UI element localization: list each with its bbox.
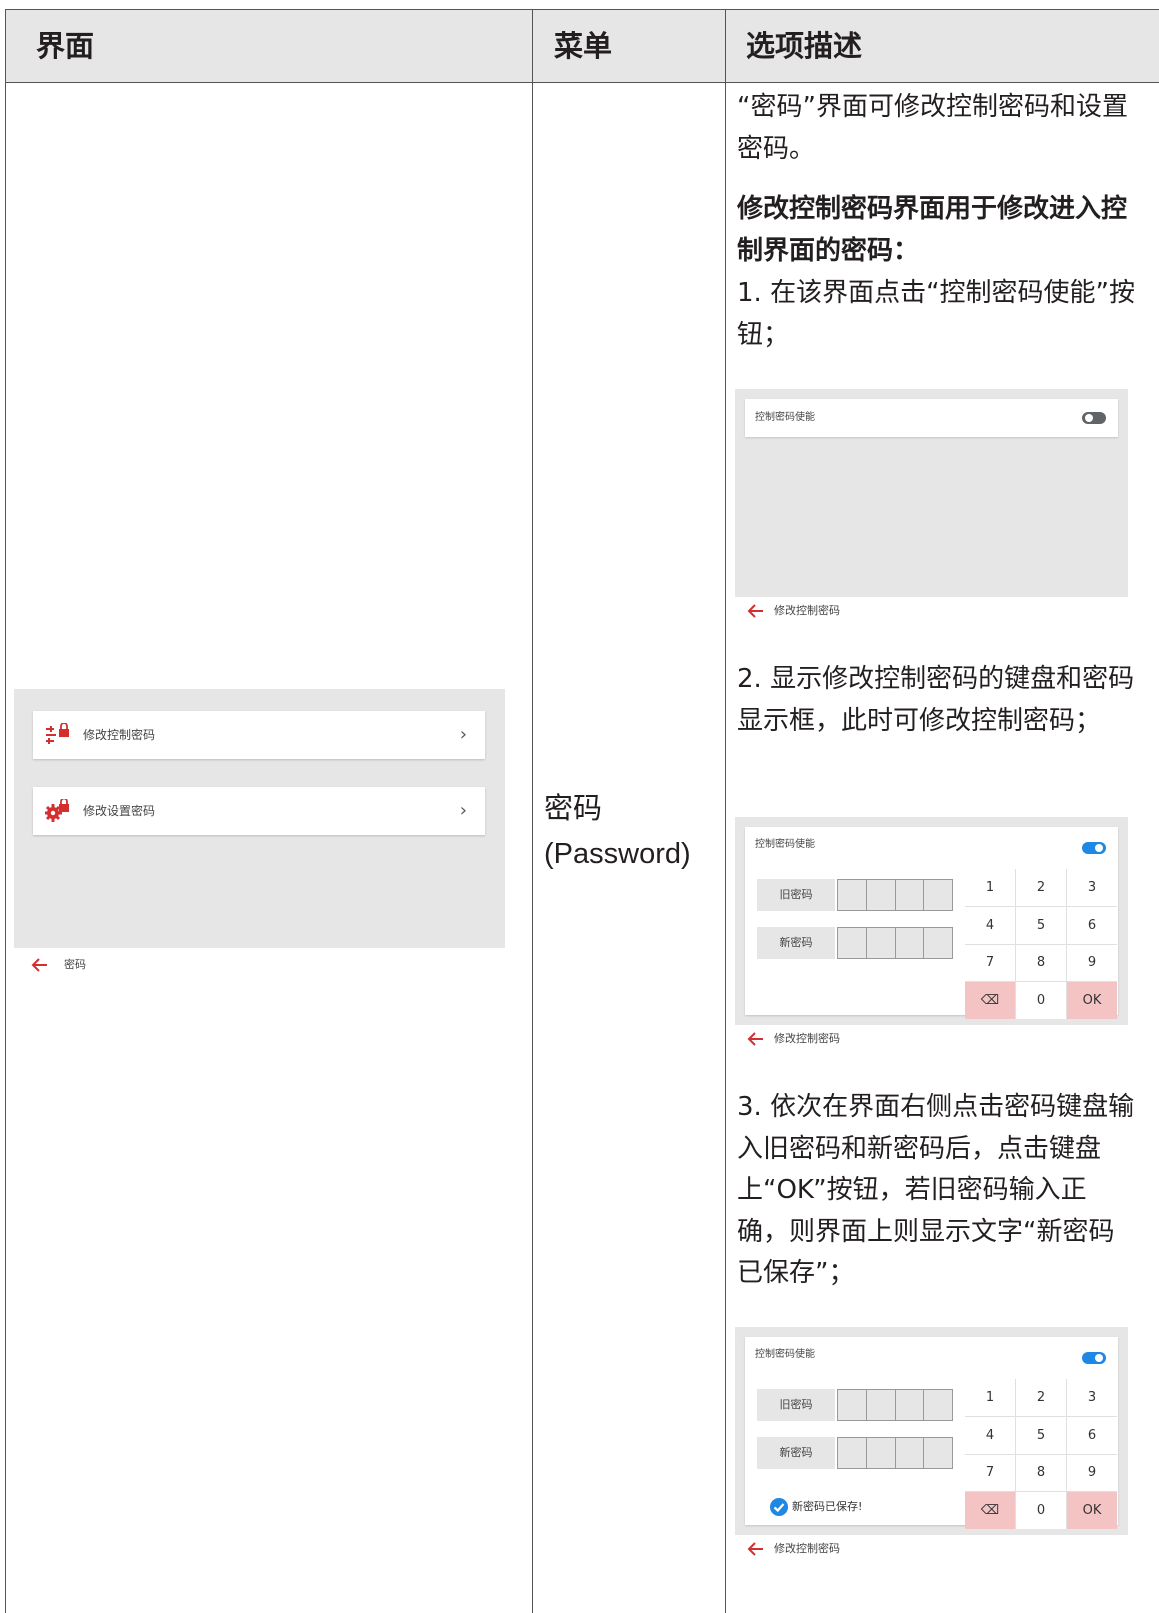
column-divider [532,9,533,1613]
control-password-toggle[interactable] [1082,412,1106,424]
chevron-right-icon: › [459,800,467,821]
desc-step2: 2. 显示修改控制密码的键盘和密码显示框，此时可修改控制密码； [737,664,1135,736]
key-5[interactable]: 5 [1016,906,1066,944]
back-arrow-icon[interactable] [746,1027,766,1051]
menu-name: 密码 [544,791,603,825]
key-9[interactable]: 9 [1067,944,1117,982]
menu-item-label: 修改设置密码 [83,804,156,818]
saved-text: 新密码已保存! [792,1500,863,1513]
menu-item-label: 修改控制密码 [83,728,156,742]
new-password-label: 新密码 [757,1437,835,1469]
back-bar[interactable]: 密码 [30,953,230,977]
back-arrow-icon[interactable] [30,953,50,977]
key-1[interactable]: 1 [965,869,1015,906]
key-0[interactable]: 0 [1016,1492,1066,1529]
back-arrow-icon[interactable] [746,599,766,623]
key-4[interactable]: 4 [965,1416,1015,1454]
toggle-label: 控制密码使能 [755,839,815,850]
keypad: 1 2 3 4 5 6 7 8 9 ⌫ 0 OK [965,869,1117,1019]
key-6[interactable]: 6 [1067,1416,1117,1454]
toggle-label: 控制密码使能 [755,412,815,423]
desc-intro: “密码”界面可修改控制密码和设置密码。 [737,92,1128,164]
old-password-label: 旧密码 [757,1389,835,1421]
old-password-field[interactable] [837,879,953,911]
password-screen: 修改控制密码 › 修改设置密码 › [14,689,505,948]
key-ok[interactable]: OK [1067,982,1117,1019]
key-6[interactable]: 6 [1067,906,1117,944]
key-7[interactable]: 7 [965,944,1015,982]
gear-lock-icon [44,797,71,823]
chevron-right-icon: › [459,724,467,745]
key-2[interactable]: 2 [1016,869,1066,906]
key-7[interactable]: 7 [965,1454,1015,1492]
control-password-toggle[interactable] [1082,842,1106,854]
key-0[interactable]: 0 [1016,982,1066,1019]
desc-heading: 修改控制密码界面用于修改进入控制界面的密码： [737,194,1128,266]
back-label: 修改控制密码 [774,1542,840,1555]
key-ok[interactable]: OK [1067,1492,1117,1529]
key-8[interactable]: 8 [1016,1454,1066,1492]
check-circle-icon [769,1497,789,1517]
new-password-field[interactable] [837,927,953,959]
desc-step3: 3. 依次在界面右侧点击密码键盘输入旧密码和新密码后，点击键盘上“OK”按钮，若… [737,1092,1135,1288]
key-5[interactable]: 5 [1016,1416,1066,1454]
password-panel: 控制密码使能 旧密码 新密码 1 2 3 4 5 6 7 8 9 ⌫ 0 OK [745,827,1118,1019]
key-3[interactable]: 3 [1067,1379,1117,1416]
key-backspace[interactable]: ⌫ [965,982,1015,1019]
desc-step1: 1. 在该界面点击“控制密码使能”按钮； [737,278,1136,350]
column-divider [725,9,726,1613]
back-bar[interactable]: 修改控制密码 [746,599,946,623]
screen-saved: 控制密码使能 旧密码 新密码 新密码已保存! 1 2 3 4 5 6 7 8 9… [735,1327,1128,1535]
menu-name-en: (Password) [544,838,691,870]
key-9[interactable]: 9 [1067,1454,1117,1492]
key-1[interactable]: 1 [965,1379,1015,1416]
saved-message: 新密码已保存! [769,1497,862,1517]
key-backspace[interactable]: ⌫ [965,1492,1015,1529]
new-password-field[interactable] [837,1437,953,1469]
menu-item-change-settings-password[interactable]: 修改设置密码 › [33,787,485,835]
old-password-field[interactable] [837,1389,953,1421]
header-interface: 界面 [36,29,95,63]
back-arrow-icon[interactable] [746,1537,766,1561]
header-description: 选项描述 [746,29,863,63]
toggle-label: 控制密码使能 [755,1349,815,1360]
key-3[interactable]: 3 [1067,869,1117,906]
password-panel: 控制密码使能 旧密码 新密码 新密码已保存! 1 2 3 4 5 6 7 8 9… [745,1337,1118,1529]
back-label: 修改控制密码 [774,604,840,617]
new-password-label: 新密码 [757,927,835,959]
control-password-toggle[interactable] [1082,1352,1106,1364]
back-label: 密码 [64,958,86,971]
back-label: 修改控制密码 [774,1032,840,1045]
key-2[interactable]: 2 [1016,1379,1066,1416]
back-bar[interactable]: 修改控制密码 [746,1537,946,1561]
menu-item-change-control-password[interactable]: 修改控制密码 › [33,711,485,759]
keypad: 1 2 3 4 5 6 7 8 9 ⌫ 0 OK [965,1379,1117,1529]
screen-toggle-off: 控制密码使能 [735,389,1128,597]
screen-keypad: 控制密码使能 旧密码 新密码 1 2 3 4 5 6 7 8 9 ⌫ 0 OK [735,817,1128,1025]
sliders-lock-icon [45,722,71,747]
toggle-row[interactable]: 控制密码使能 [745,399,1118,437]
key-8[interactable]: 8 [1016,944,1066,982]
header-menu: 菜单 [554,29,613,63]
key-4[interactable]: 4 [965,906,1015,944]
back-bar[interactable]: 修改控制密码 [746,1027,946,1051]
old-password-label: 旧密码 [757,879,835,911]
